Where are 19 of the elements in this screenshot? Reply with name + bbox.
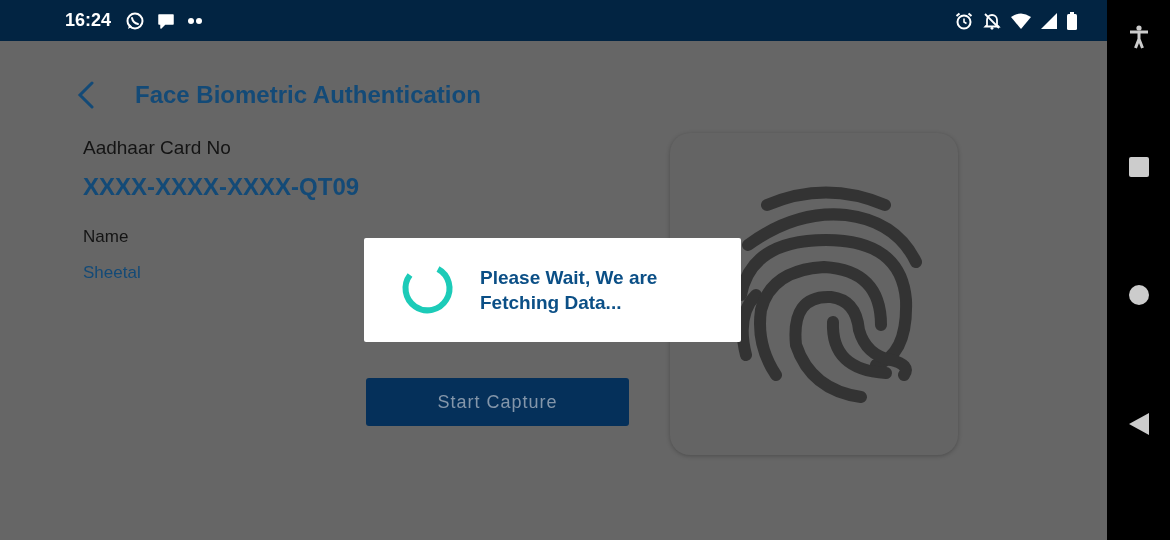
message-icon (157, 11, 176, 30)
chat-icon (125, 10, 146, 31)
status-time: 16:24 (65, 10, 112, 31)
alarm-icon (955, 11, 973, 30)
field-value: Sheetal (83, 263, 141, 283)
wifi-icon (1011, 12, 1031, 29)
field-value: XXXX-XXXX-XXXX-QT09 (83, 173, 360, 201)
accessibility-icon[interactable] (1128, 25, 1149, 49)
bell-off-icon (983, 11, 1001, 30)
field-label: Name (83, 227, 129, 247)
back-nav-icon[interactable] (1128, 413, 1149, 435)
more-icon (187, 16, 204, 25)
screen-title: Face Biometric Authentication (135, 81, 481, 109)
recents-icon[interactable] (1128, 157, 1149, 177)
field-label: Aadhaar Card No (83, 137, 231, 159)
battery-icon (1067, 11, 1077, 30)
loading-message: Please Wait, We are Fetching Data... (480, 266, 659, 315)
signal-icon (1041, 12, 1057, 29)
home-icon[interactable] (1128, 285, 1149, 305)
